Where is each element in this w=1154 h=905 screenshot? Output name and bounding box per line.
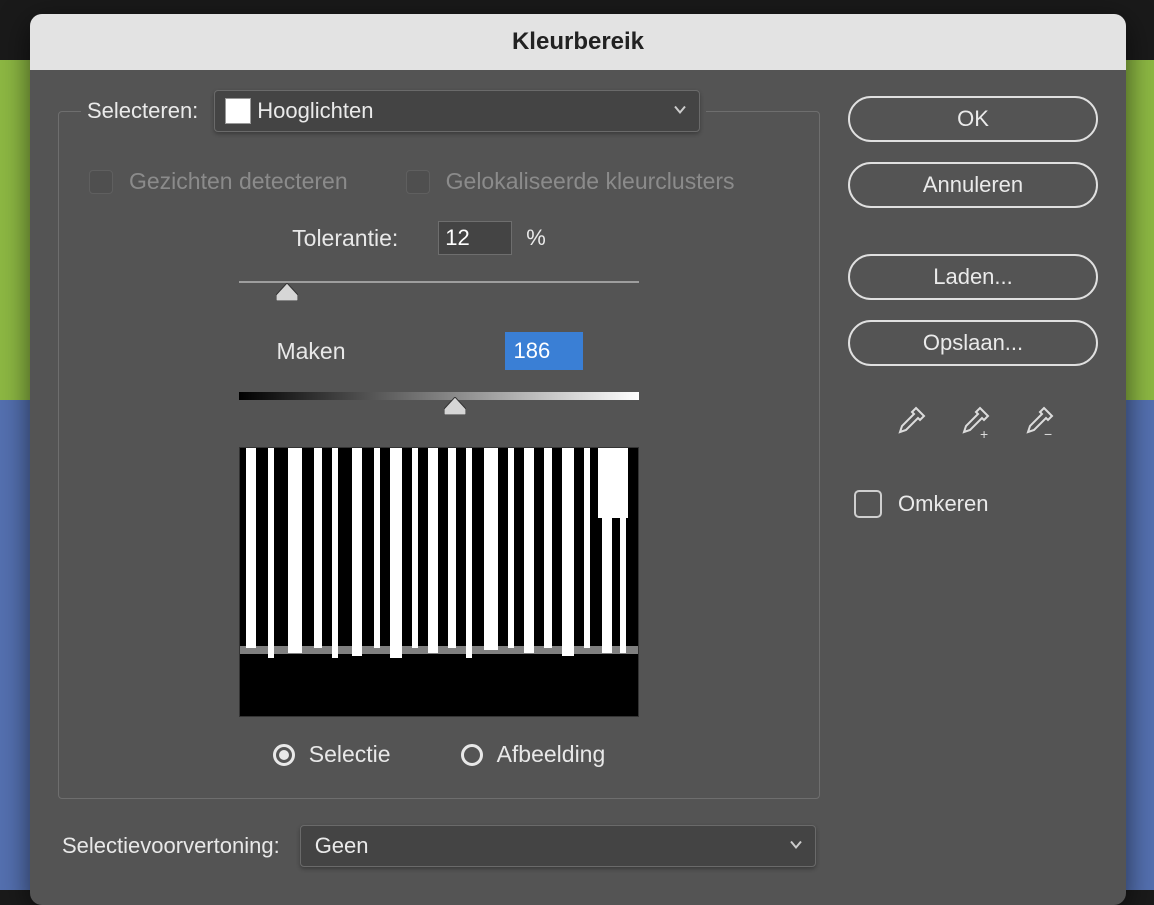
localized-clusters-label: Gelokaliseerde kleurclusters: [446, 168, 735, 195]
svg-text:−: −: [1044, 426, 1052, 440]
eyedropper-add-icon[interactable]: +: [956, 406, 990, 440]
detect-faces-label: Gezichten detecteren: [129, 168, 348, 195]
preview-thumbnail: [239, 447, 639, 717]
range-input[interactable]: [506, 333, 582, 369]
preview-select-value: Geen: [315, 833, 369, 859]
main-group: Selecteren: Hooglichten Gezichten detect…: [58, 90, 820, 799]
select-swatch: [225, 98, 251, 124]
checkbox-icon: [89, 170, 113, 194]
color-range-dialog: Kleurbereik Selecteren: Hooglichten: [30, 14, 1126, 905]
select-dropdown[interactable]: Hooglichten: [214, 90, 700, 132]
localized-clusters-checkbox: Gelokaliseerde kleurclusters: [406, 168, 735, 195]
tolerance-label: Tolerantie:: [292, 225, 398, 252]
range-label: Maken: [276, 338, 345, 365]
checkbox-icon: [406, 170, 430, 194]
svg-text:+: +: [980, 426, 988, 440]
radio-icon: [461, 744, 483, 766]
detect-faces-checkbox: Gezichten detecteren: [89, 168, 348, 195]
invert-checkbox[interactable]: Omkeren: [848, 490, 1098, 518]
tolerance-unit: %: [526, 225, 546, 251]
tolerance-input[interactable]: [438, 221, 512, 255]
save-button[interactable]: Opslaan...: [848, 320, 1098, 366]
cancel-button[interactable]: Annuleren: [848, 162, 1098, 208]
radio-image[interactable]: Afbeelding: [461, 741, 606, 768]
dialog-title: Kleurbereik: [30, 14, 1126, 70]
load-button[interactable]: Laden...: [848, 254, 1098, 300]
select-label: Selecteren:: [87, 98, 198, 124]
radio-selection-label: Selectie: [309, 741, 391, 768]
radio-selection[interactable]: Selectie: [273, 741, 391, 768]
range-slider[interactable]: [239, 387, 639, 417]
invert-label: Omkeren: [898, 491, 988, 517]
chevron-down-icon: [789, 838, 803, 855]
tolerance-slider[interactable]: [239, 273, 639, 303]
eyedropper-icon[interactable]: [892, 406, 926, 440]
checkbox-icon: [854, 490, 882, 518]
range-thumb[interactable]: [444, 397, 466, 415]
select-value: Hooglichten: [257, 98, 373, 124]
tolerance-thumb[interactable]: [276, 283, 298, 301]
radio-image-label: Afbeelding: [497, 741, 606, 768]
chevron-down-icon: [673, 103, 687, 120]
radio-icon: [273, 744, 295, 766]
preview-select[interactable]: Geen: [300, 825, 816, 867]
ok-button[interactable]: OK: [848, 96, 1098, 142]
preview-label: Selectievoorvertoning:: [62, 833, 280, 859]
eyedropper-subtract-icon[interactable]: −: [1020, 406, 1054, 440]
